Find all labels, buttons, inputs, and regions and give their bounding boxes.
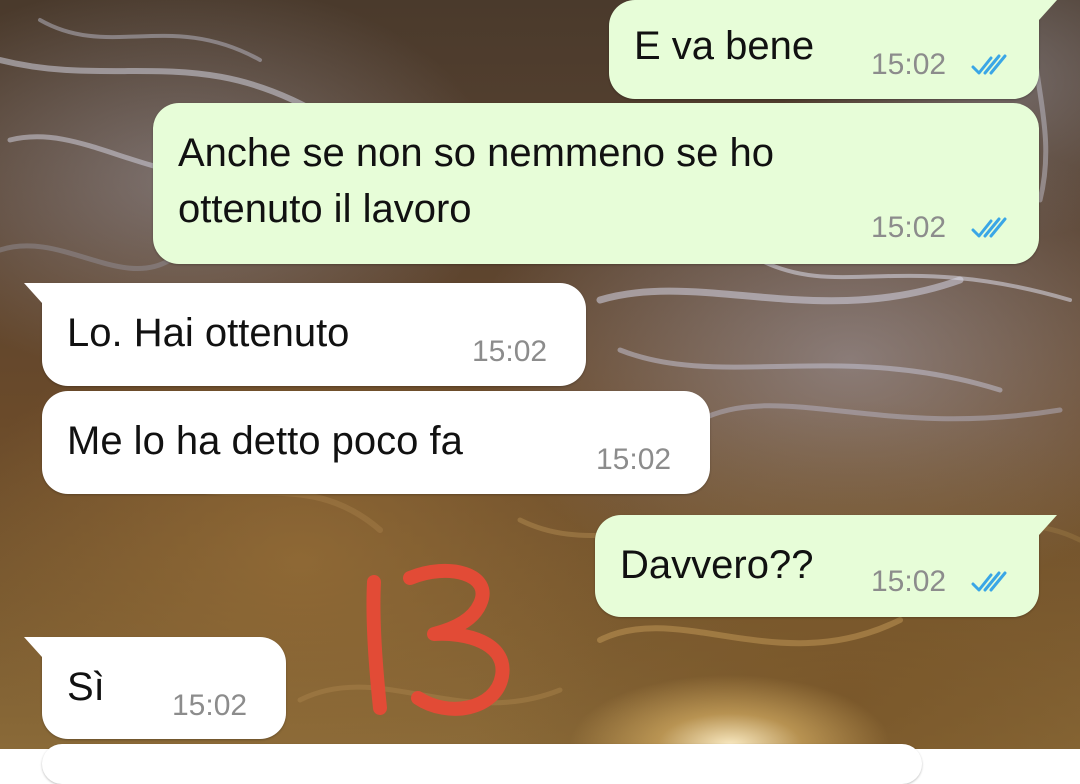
message-bubble-incoming[interactable]: Lo. Hai ottenuto 15:02 (24, 283, 586, 386)
message-text: Lo. Hai ottenuto (67, 311, 350, 355)
message-bubble-outgoing[interactable]: Davvero?? 15:02 (595, 515, 1057, 617)
message-bubble-outgoing[interactable]: E va bene 15:02 (609, 0, 1057, 99)
message-text: E va bene (634, 24, 815, 68)
message-bubble-outgoing[interactable]: Anche se non so nemmeno se ho ottenuto i… (153, 103, 1039, 264)
message-text: Me lo ha detto poco fa (67, 419, 463, 463)
message-time: 15:02 (472, 335, 548, 368)
message-text: Sì (67, 665, 105, 709)
double-check-icon (971, 217, 1007, 238)
double-check-icon (971, 571, 1007, 592)
message-bubble-incoming[interactable]: Me lo ha detto poco fa 15:02 (42, 391, 710, 494)
message-time: 15:02 (871, 565, 947, 598)
message-text: Davvero?? (620, 543, 814, 587)
annotation-number: 13 (366, 563, 510, 716)
message-bubble-incoming[interactable]: Sì 15:02 (24, 637, 286, 739)
message-time: 15:02 (172, 689, 248, 722)
message-time: 15:02 (871, 211, 947, 244)
message-bubble-incoming-partial (42, 744, 922, 784)
message-time: 15:02 (596, 443, 672, 476)
double-check-icon (971, 54, 1007, 75)
message-time: 15:02 (871, 48, 947, 81)
message-text: Anche se non so nemmeno se ho ottenuto i… (178, 131, 774, 231)
